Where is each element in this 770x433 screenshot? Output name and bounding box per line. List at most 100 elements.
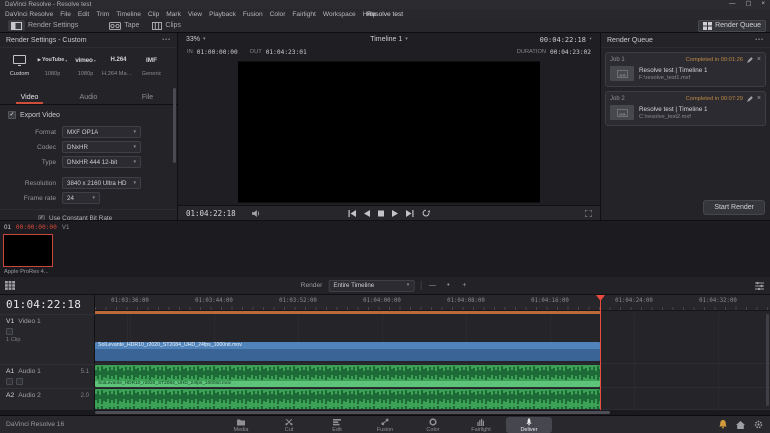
mute-button[interactable]	[16, 378, 23, 385]
solo-button[interactable]	[6, 378, 13, 385]
edit-job-icon[interactable]	[747, 96, 753, 102]
export-video-checkbox[interactable]: ✓	[8, 111, 16, 119]
skip-end-button[interactable]	[406, 210, 414, 217]
viewer-expand-icon[interactable]	[585, 210, 592, 217]
zoom-select[interactable]: 33% ▾	[186, 36, 206, 43]
render-job-1[interactable]: Job 1 Completed in 00:01:26 × Resolve te…	[605, 52, 766, 87]
track-header-a2[interactable]: A2 Audio 2 2.0	[0, 388, 95, 410]
mark-out-icon[interactable]: +	[459, 282, 469, 289]
tab-video[interactable]: Video	[0, 90, 59, 104]
delete-job-icon[interactable]: ×	[757, 56, 761, 63]
loop-button[interactable]	[422, 209, 430, 217]
timeline-timecode[interactable]: 01:04:22:18	[0, 295, 94, 311]
menu-color[interactable]: Color	[270, 11, 286, 18]
timeline-vertical-scrollbar[interactable]	[766, 314, 769, 406]
render-settings-scrollbar[interactable]	[173, 88, 176, 163]
page-color[interactable]: Color	[410, 417, 456, 433]
render-queue-toggle-button[interactable]: Render Queue	[698, 20, 766, 32]
track-name: Audio 2	[18, 392, 41, 399]
codec-select[interactable]: DNxHR▾	[62, 141, 141, 153]
track-header-a1[interactable]: A1 Audio 1 5.1	[0, 364, 95, 388]
play-button[interactable]	[392, 210, 398, 217]
page-navigation-bar: DaVinci Resolve 16 Media Cut Edit Fusion…	[0, 415, 770, 433]
framerate-select[interactable]: 24▾	[62, 192, 100, 204]
tab-audio[interactable]: Audio	[59, 90, 118, 104]
tab-file[interactable]: File	[118, 90, 177, 104]
menu-file[interactable]: File	[60, 11, 71, 18]
playhead-marker-icon[interactable]: •	[443, 282, 453, 289]
timeline-index-icon[interactable]	[5, 281, 15, 290]
preset-custom[interactable]: Custom	[3, 52, 36, 88]
playhead[interactable]	[600, 295, 601, 410]
menu-playback[interactable]: Playback	[209, 11, 236, 18]
preset-vimeo[interactable]: vimeo▾ 1080p	[69, 52, 102, 88]
menu-trim[interactable]: Trim	[96, 11, 109, 18]
timeline-horizontal-scrollbar[interactable]	[0, 410, 770, 415]
render-range-bar	[95, 311, 600, 314]
preset-h264[interactable]: H.264 H.264 Master	[102, 52, 135, 88]
track-header-v1[interactable]: V1 Video 1 1 Clip	[0, 314, 95, 364]
render-settings-header: Render Settings - Custom •••	[0, 33, 177, 48]
timeline-ruler[interactable]: 01:03:36:00 01:03:44:00 01:03:52:00 01:0…	[95, 295, 770, 311]
skip-start-button[interactable]	[348, 210, 356, 217]
toolbar: Render Settings Tape Clips Render Queue	[0, 19, 770, 33]
page-deliver[interactable]: Deliver	[506, 417, 552, 433]
minimize-button[interactable]: —	[729, 1, 735, 7]
timeline-select[interactable]: Timeline 1 ▾	[370, 36, 408, 43]
clip-track-label: V1	[62, 224, 70, 231]
auto-select-button[interactable]	[6, 328, 13, 335]
menu-edit[interactable]: Edit	[78, 11, 89, 18]
mark-in-icon[interactable]: —	[427, 282, 437, 289]
transport-timecode[interactable]: 01:04:22:18	[186, 209, 236, 218]
clip-thumbnail[interactable]	[3, 234, 53, 267]
menu-timeline[interactable]: Timeline	[116, 11, 141, 18]
preset-final-cut[interactable]: Fina	[168, 52, 177, 88]
video-frame[interactable]	[238, 61, 540, 202]
page-media[interactable]: Media	[218, 417, 264, 433]
project-settings-gear-icon[interactable]	[754, 420, 763, 429]
preset-imf[interactable]: IMF Generic	[135, 52, 168, 88]
close-button[interactable]: ×	[761, 1, 765, 7]
clips-button[interactable]: Clips	[148, 21, 185, 31]
project-manager-icon[interactable]	[736, 421, 745, 429]
menu-clip[interactable]: Clip	[148, 11, 159, 18]
tape-button[interactable]: Tape	[105, 21, 143, 31]
page-cut[interactable]: Cut	[266, 417, 312, 433]
render-settings-toggle-button[interactable]: Render Settings	[4, 19, 82, 32]
audio-clip-1[interactable]: SolLevante_HDR10_r2020_ST2084_UHD_24fps_…	[95, 365, 600, 387]
menu-davinci-resolve[interactable]: DaVinci Resolve	[5, 11, 53, 18]
panel-options-icon[interactable]: •••	[162, 37, 171, 43]
speaker-icon[interactable]	[252, 210, 262, 217]
queue-options-icon[interactable]: •••	[755, 37, 764, 43]
start-render-button[interactable]: Start Render	[703, 200, 765, 215]
page-buttons: Media Cut Edit Fusion Color Fairlight	[218, 417, 552, 433]
play-reverse-button[interactable]	[364, 210, 370, 217]
type-select[interactable]: DNxHR 444 12-bit▾	[62, 156, 141, 168]
menu-view[interactable]: View	[188, 11, 202, 18]
menu-fusion[interactable]: Fusion	[243, 11, 263, 18]
timeline-view-options-icon[interactable]	[755, 282, 764, 290]
page-fusion[interactable]: Fusion	[362, 417, 408, 433]
maximize-button[interactable]: ▢	[745, 1, 751, 7]
page-edit[interactable]: Edit	[314, 417, 360, 433]
menu-mark[interactable]: Mark	[166, 11, 181, 18]
delete-job-icon[interactable]: ×	[757, 95, 761, 102]
edit-job-icon[interactable]	[747, 57, 753, 63]
audio-clip-2[interactable]	[95, 389, 600, 409]
menu-fairlight[interactable]: Fairlight	[292, 11, 315, 18]
chevron-down-icon: ▾	[133, 160, 136, 165]
render-scope-select[interactable]: Entire Timeline ▾	[328, 280, 414, 292]
resolution-select[interactable]: 3840 x 2160 Ultra HD▾	[62, 177, 141, 189]
chevron-down-icon: ▾	[405, 37, 408, 42]
scrollbar-thumb[interactable]	[95, 411, 610, 414]
viewer-timecode-display[interactable]: 00:04:22:18 ▾	[540, 36, 592, 44]
preset-youtube[interactable]: ▶YouTube▾ 1080p	[36, 52, 69, 88]
format-select[interactable]: MXF OP1A▾	[62, 126, 141, 138]
render-queue-header: Render Queue •••	[601, 33, 770, 48]
stop-button[interactable]	[378, 210, 384, 217]
page-fairlight[interactable]: Fairlight	[458, 417, 504, 433]
notification-bell-icon[interactable]	[719, 420, 727, 429]
render-job-2[interactable]: Job 2 Completed in 00:07:29 × Resolve te…	[605, 91, 766, 126]
video-clip[interactable]: SolLevante_HDR10_r2020_ST2084_UHD_24fps_…	[95, 342, 600, 361]
menu-workspace[interactable]: Workspace	[323, 11, 356, 18]
